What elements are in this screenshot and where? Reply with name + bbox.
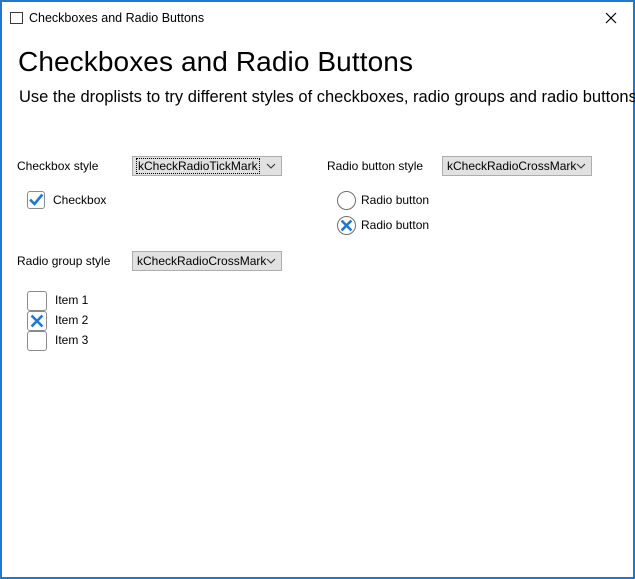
- radio-group-box: [27, 331, 47, 351]
- radio-button-2[interactable]: Radio button: [337, 216, 457, 236]
- radio-group-style-dropdown[interactable]: kCheckRadioCrossMark: [132, 251, 282, 271]
- page-subtitle: Use the droplists to try different style…: [19, 88, 635, 106]
- radio-circle: [337, 216, 356, 235]
- close-icon: [605, 12, 617, 24]
- chevron-down-icon: [266, 163, 276, 169]
- cross-mark-icon: [30, 314, 44, 328]
- radio-group-item-label: Item 1: [55, 293, 89, 307]
- tick-mark-icon: [29, 193, 44, 206]
- chevron-down-icon: [576, 163, 586, 169]
- checkbox-box: [27, 191, 45, 209]
- cross-mark-icon: [340, 219, 353, 232]
- radio-group-item-1[interactable]: Item 1: [27, 291, 117, 311]
- radio-circle: [337, 191, 356, 210]
- radio-group-style-value: kCheckRadioCrossMark: [137, 254, 267, 268]
- chevron-down-icon: [266, 258, 276, 264]
- checkbox-style-dropdown[interactable]: kCheckRadioTickMark: [132, 156, 282, 176]
- radio-button-style-label: Radio button style: [327, 159, 424, 173]
- radio-group-box: [27, 311, 47, 331]
- radio-button-style-dropdown[interactable]: kCheckRadioCrossMark: [442, 156, 592, 176]
- app-window: Checkboxes and Radio Buttons Checkboxes …: [0, 0, 635, 579]
- checkbox-style-value: kCheckRadioTickMark: [136, 158, 260, 174]
- radio-button-1[interactable]: Radio button: [337, 191, 457, 211]
- close-button[interactable]: [592, 5, 630, 31]
- radio-group-item-3[interactable]: Item 3: [27, 331, 117, 351]
- radio-button-style-value: kCheckRadioCrossMark: [447, 159, 577, 173]
- radio-group-item-label: Item 3: [55, 333, 89, 347]
- radio-group-style-label: Radio group style: [17, 254, 111, 268]
- checkbox-style-label: Checkbox style: [17, 159, 99, 173]
- checkbox-label: Checkbox: [53, 193, 107, 207]
- radio-button-label: Radio button: [361, 218, 430, 232]
- radio-button-label: Radio button: [361, 193, 430, 207]
- window-title: Checkboxes and Radio Buttons: [29, 11, 205, 25]
- radio-group-item-label: Item 2: [55, 313, 89, 327]
- radio-group-box: [27, 291, 47, 311]
- window-icon: [10, 12, 23, 24]
- radio-group-item-2[interactable]: Item 2: [27, 311, 117, 331]
- checkbox[interactable]: Checkbox: [27, 191, 127, 211]
- title-bar[interactable]: Checkboxes and Radio Buttons: [2, 2, 633, 34]
- page-title: Checkboxes and Radio Buttons: [18, 46, 414, 77]
